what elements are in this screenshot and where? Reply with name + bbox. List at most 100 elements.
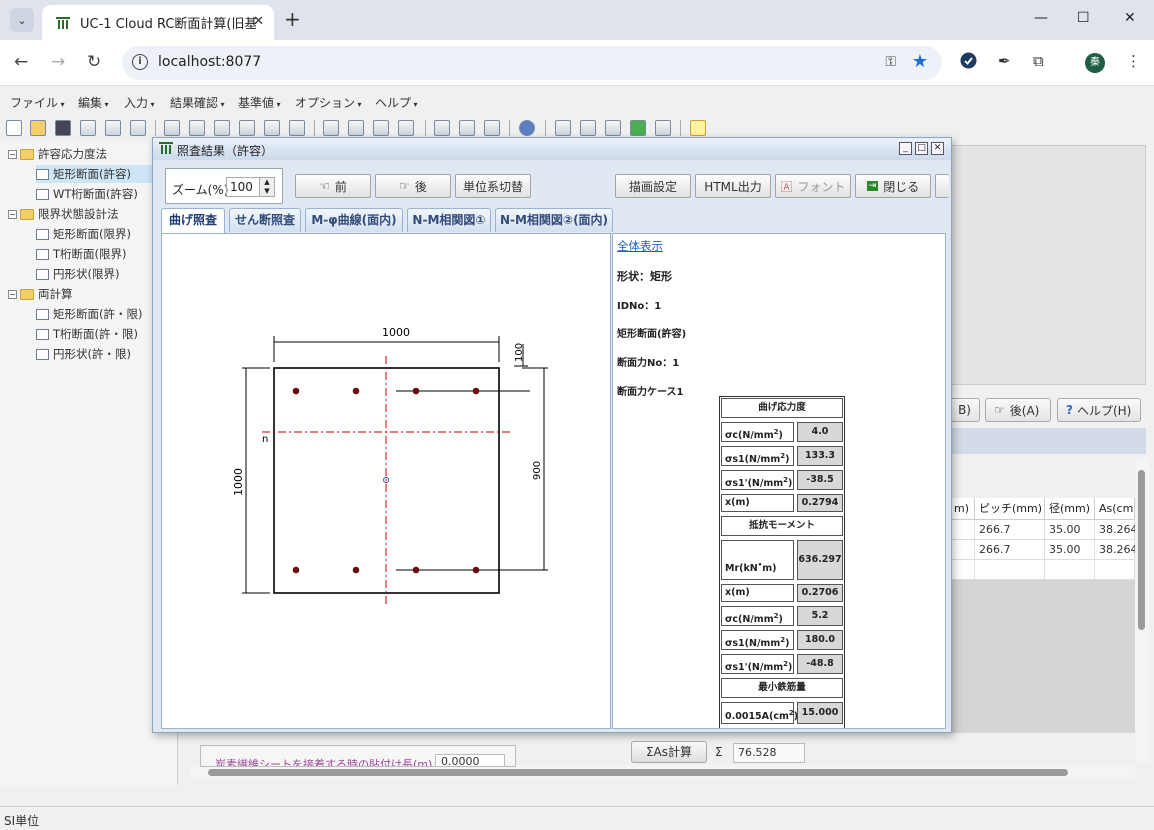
- tree-folder-both[interactable]: − 両計算: [8, 285, 73, 303]
- preview-icon[interactable]: [398, 120, 414, 136]
- tree-item-rect-limit[interactable]: 矩形断面(限界): [36, 225, 131, 243]
- table-icon[interactable]: [348, 120, 364, 136]
- tree-item-rect-allowable[interactable]: 矩形断面(許容): [36, 165, 164, 183]
- tab-nm-1[interactable]: N-M相関図①: [407, 208, 491, 232]
- draw-settings-button[interactable]: 描画設定: [615, 174, 691, 198]
- grid-cell[interactable]: 266.7: [975, 540, 1045, 560]
- calc-icon[interactable]: [214, 120, 230, 136]
- menu-result[interactable]: 結果確認: [170, 94, 225, 111]
- html-output-button[interactable]: HTML出力: [695, 174, 771, 198]
- tree-item-t-both[interactable]: T桁断面(許・限): [36, 325, 138, 343]
- menu-standard[interactable]: 基準値: [238, 94, 281, 111]
- edit-icon[interactable]: [189, 120, 205, 136]
- tree-item-circle-both[interactable]: 円形状(許・限): [36, 345, 131, 363]
- grid-cell[interactable]: [975, 560, 1045, 580]
- help-h-button[interactable]: ? ヘルプ(H): [1057, 398, 1141, 422]
- tab-shear[interactable]: せん断照査: [229, 208, 301, 232]
- maximize-icon[interactable]: ☐: [1077, 10, 1090, 26]
- section-drawing-area[interactable]: 1000 100 1000 900 n: [161, 233, 611, 729]
- close-button[interactable]: ⇥ 閉じる: [855, 174, 931, 198]
- check-extension-icon[interactable]: [960, 52, 977, 73]
- tab-bending[interactable]: 曲げ照査: [161, 208, 225, 233]
- globe-icon[interactable]: [519, 120, 535, 136]
- sum-as-button[interactable]: ΣAs計算: [631, 741, 707, 763]
- tab-close-icon[interactable]: ✕: [253, 14, 264, 29]
- output-icon[interactable]: [289, 120, 305, 136]
- save-cloud-icon[interactable]: [105, 120, 121, 136]
- menu-option[interactable]: オプション: [295, 94, 362, 111]
- new-tab-icon[interactable]: +: [284, 9, 301, 29]
- window-close-icon[interactable]: ✕: [1124, 10, 1136, 26]
- menu-help[interactable]: ヘルプ: [375, 94, 418, 111]
- next-a-button[interactable]: ☞ 後(A): [985, 398, 1051, 422]
- back-icon[interactable]: ←: [14, 53, 28, 71]
- grid-cell[interactable]: 35.00: [1045, 520, 1095, 540]
- font-button[interactable]: 🄰 フォント: [775, 174, 851, 198]
- forward-icon[interactable]: →: [51, 53, 65, 71]
- grid-cell[interactable]: [1045, 560, 1095, 580]
- tree-item-t-limit[interactable]: T桁断面(限界): [36, 245, 127, 263]
- grid-cell[interactable]: 35.00: [1045, 540, 1095, 560]
- prev-button[interactable]: ☜ 前: [295, 174, 371, 198]
- reload-icon[interactable]: ↻: [87, 53, 101, 71]
- show-all-link[interactable]: 全体表示: [617, 238, 663, 254]
- zoom-spinner[interactable]: ▲ ▼: [259, 177, 275, 197]
- dialog-close-icon[interactable]: ✕: [931, 142, 944, 155]
- settings-icon[interactable]: [555, 120, 571, 136]
- key-icon[interactable]: ⚿: [885, 54, 896, 70]
- profile-avatar[interactable]: 秦: [1085, 53, 1105, 73]
- grid-cell[interactable]: 266.7: [975, 520, 1045, 540]
- save-icon[interactable]: [55, 120, 71, 136]
- dialog-titlebar[interactable]: 照査結果（許容） _ □ ✕: [153, 138, 951, 160]
- open-folder-icon[interactable]: [30, 120, 46, 136]
- grid-cell[interactable]: [950, 520, 975, 540]
- drawing-icon[interactable]: [459, 120, 475, 136]
- report-icon[interactable]: [323, 120, 339, 136]
- check-icon[interactable]: [239, 120, 255, 136]
- chart-icon[interactable]: [434, 120, 450, 136]
- browser-tab[interactable]: UC-1 Cloud RC断面計算(旧基準 ✕: [42, 5, 274, 40]
- sheet-length-input[interactable]: 0.0000: [435, 754, 505, 766]
- browser-menu-icon[interactable]: ⋮: [1126, 52, 1141, 70]
- vertical-scrollbar[interactable]: [1135, 458, 1149, 763]
- save-as-icon[interactable]: [80, 120, 96, 136]
- grid-cell[interactable]: [950, 540, 975, 560]
- horizontal-scrollbar[interactable]: [190, 765, 1135, 779]
- tab-nm-2[interactable]: N-M相関図②(面内): [495, 208, 613, 232]
- window-icon[interactable]: [580, 120, 596, 136]
- tab-m-phi[interactable]: M-φ曲線(面内): [305, 208, 403, 232]
- dialog-minimize-icon[interactable]: _: [899, 142, 912, 155]
- grid-cell[interactable]: [950, 560, 975, 580]
- tree-item-circle-limit[interactable]: 円形状(限界): [36, 265, 119, 283]
- minimize-icon[interactable]: —: [1034, 10, 1048, 26]
- bookmark-star-icon[interactable]: ★: [912, 51, 928, 72]
- site-info-icon[interactable]: i: [132, 54, 148, 70]
- menu-edit[interactable]: 編集: [78, 94, 109, 111]
- camera-icon[interactable]: [605, 120, 621, 136]
- tree-folder-limit[interactable]: − 限界状態設計法: [8, 205, 119, 223]
- extensions-puzzle-icon[interactable]: ⧉: [1033, 52, 1044, 70]
- unit-switch-button[interactable]: 単位系切替: [455, 174, 531, 198]
- tab-search-button[interactable]: ⌄: [10, 8, 34, 32]
- menu-file[interactable]: ファイル: [10, 94, 65, 111]
- tree-folder-allowable[interactable]: − 許容応力度法: [8, 145, 107, 163]
- result-icon[interactable]: [264, 120, 280, 136]
- grid-cell[interactable]: [1095, 560, 1135, 580]
- address-bar[interactable]: i localhost:8077 ⚿ ★: [122, 46, 942, 80]
- tree-item-rect-both[interactable]: 矩形断面(許・限): [36, 305, 142, 323]
- grid-cell[interactable]: 38.264: [1095, 520, 1138, 540]
- next-button[interactable]: ☞ 後: [375, 174, 451, 198]
- refresh-icon[interactable]: [630, 120, 646, 136]
- help-question-icon[interactable]: [690, 120, 706, 136]
- menu-input[interactable]: 入力: [124, 94, 155, 111]
- tools-icon[interactable]: [484, 120, 500, 136]
- tree-icon[interactable]: [655, 120, 671, 136]
- eyedropper-icon[interactable]: ✒: [998, 52, 1011, 70]
- tree-item-wt-allowable[interactable]: WT桁断面(許容): [36, 185, 138, 203]
- print-icon[interactable]: [130, 120, 146, 136]
- new-file-icon[interactable]: [6, 120, 22, 136]
- url-text[interactable]: localhost:8077: [158, 54, 261, 70]
- input-icon[interactable]: [164, 120, 180, 136]
- grid-icon[interactable]: [373, 120, 389, 136]
- grid-cell[interactable]: 38.264: [1095, 540, 1138, 560]
